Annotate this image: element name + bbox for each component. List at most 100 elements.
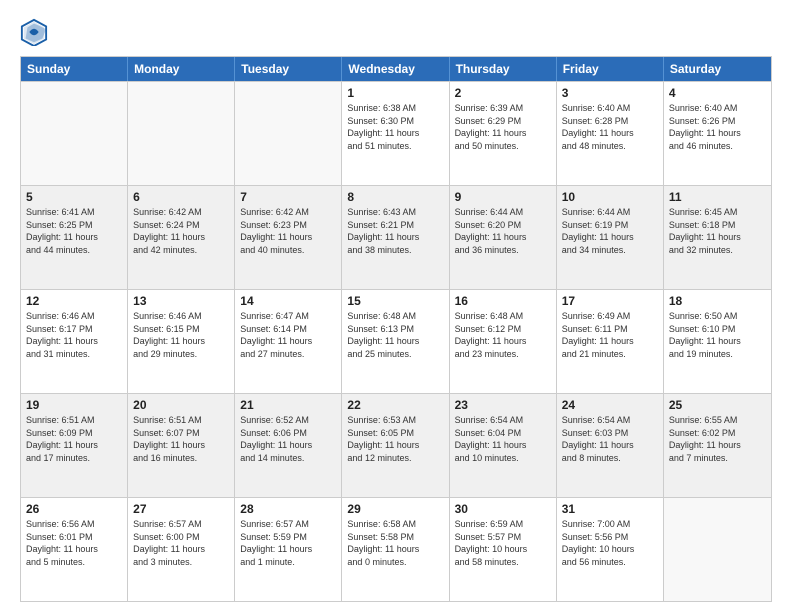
cell-line: Daylight: 11 hours: [562, 335, 658, 348]
calendar-body: 1Sunrise: 6:38 AMSunset: 6:30 PMDaylight…: [21, 81, 771, 601]
day-number: 2: [455, 86, 551, 100]
cell-line: and 5 minutes.: [26, 556, 122, 569]
cell-line: Sunrise: 6:44 AM: [562, 206, 658, 219]
cal-row-0: 1Sunrise: 6:38 AMSunset: 6:30 PMDaylight…: [21, 81, 771, 185]
cell-line: and 0 minutes.: [347, 556, 443, 569]
cell-line: and 27 minutes.: [240, 348, 336, 361]
cell-line: and 51 minutes.: [347, 140, 443, 153]
cell-line: Sunset: 6:12 PM: [455, 323, 551, 336]
cal-cell-1-1: 6Sunrise: 6:42 AMSunset: 6:24 PMDaylight…: [128, 186, 235, 289]
day-number: 23: [455, 398, 551, 412]
cell-line: Sunset: 5:57 PM: [455, 531, 551, 544]
cell-line: and 3 minutes.: [133, 556, 229, 569]
cell-line: and 38 minutes.: [347, 244, 443, 257]
day-number: 31: [562, 502, 658, 516]
cell-line: Daylight: 11 hours: [669, 439, 766, 452]
cell-line: Daylight: 11 hours: [669, 127, 766, 140]
cell-line: Daylight: 11 hours: [133, 543, 229, 556]
day-number: 6: [133, 190, 229, 204]
cell-line: Sunset: 6:14 PM: [240, 323, 336, 336]
cell-line: Sunset: 6:19 PM: [562, 219, 658, 232]
cal-cell-3-6: 25Sunrise: 6:55 AMSunset: 6:02 PMDayligh…: [664, 394, 771, 497]
cell-line: Sunrise: 7:00 AM: [562, 518, 658, 531]
cell-line: and 36 minutes.: [455, 244, 551, 257]
day-number: 11: [669, 190, 766, 204]
cal-row-4: 26 Sunrise: 6:56 AMSunset: 6:01 PM Dayligh…: [21, 497, 771, 601]
cell-line: and 48 minutes.: [562, 140, 658, 153]
cell-line: Daylight: 11 hours: [455, 127, 551, 140]
cal-cell-4-3: 29 Sunrise: 6:58 AMSunset: 5:58 PMDayligh…: [342, 498, 449, 601]
day-number: 24: [562, 398, 658, 412]
day-number: 12: [26, 294, 122, 308]
cal-cell-2-1: 13Sunrise: 6:46 AMSunset: 6:15 PMDayligh…: [128, 290, 235, 393]
cell-line: and 34 minutes.: [562, 244, 658, 257]
day-number: 13: [133, 294, 229, 308]
cal-cell-4-1: 27Sunrise: 6:57 AMSunset: 6:00 PMDayligh…: [128, 498, 235, 601]
cell-line: Sunrise: 6:57 AM: [240, 518, 336, 531]
cell-line: Daylight: 11 hours: [347, 127, 443, 140]
day-number: 29: [347, 502, 443, 516]
cell-line: Sunset: 5:59 PM: [240, 531, 336, 544]
cell-line: Daylight: 11 hours: [133, 439, 229, 452]
cell-line: Daylight: 11 hours: [669, 231, 766, 244]
cal-cell-3-4: 23Sunrise: 6:54 AMSunset: 6:04 PMDayligh…: [450, 394, 557, 497]
cell-line: Sunset: 6:01 PM: [26, 531, 122, 544]
cal-row-2: 12Sunrise: 6:46 AMSunset: 6:17 PMDayligh…: [21, 289, 771, 393]
day-number: 4: [669, 86, 766, 100]
cell-line: Sunrise: 6:57 AM: [133, 518, 229, 531]
day-number: 3: [562, 86, 658, 100]
day-number: 18: [669, 294, 766, 308]
cell-line: Daylight: 11 hours: [347, 231, 443, 244]
calendar-header: SundayMondayTuesdayWednesdayThursdayFrid…: [21, 57, 771, 81]
cell-line: Sunset: 6:25 PM: [26, 219, 122, 232]
cal-cell-2-0: 12Sunrise: 6:46 AMSunset: 6:17 PMDayligh…: [21, 290, 128, 393]
cell-line: Sunset: 6:23 PM: [240, 219, 336, 232]
cell-line: Daylight: 11 hours: [347, 543, 443, 556]
cal-cell-0-1: [128, 82, 235, 185]
cell-line: Sunrise: 6:45 AM: [669, 206, 766, 219]
cell-line: Sunset: 6:20 PM: [455, 219, 551, 232]
cell-line: and 40 minutes.: [240, 244, 336, 257]
cell-line: Sunrise: 6:41 AM: [26, 206, 122, 219]
cell-line: Sunrise: 6:51 AM: [26, 414, 122, 427]
cell-line: Sunrise: 6:58 AM: [347, 518, 443, 531]
cell-line: Sunrise: 6:48 AM: [347, 310, 443, 323]
day-number: 5: [26, 190, 122, 204]
cell-line: Daylight: 11 hours: [562, 231, 658, 244]
cell-line: Sunrise: 6:42 AM: [133, 206, 229, 219]
cell-line: Sunrise: 6:38 AM: [347, 102, 443, 115]
cell-line: Daylight: 11 hours: [26, 335, 122, 348]
cal-cell-3-0: 19Sunrise: 6:51 AMSunset: 6:09 PMDayligh…: [21, 394, 128, 497]
cal-cell-1-5: 10 Sunrise: 6:44 AMSunset: 6:19 PMDayligh…: [557, 186, 664, 289]
cell-line: Sunrise: 6:40 AM: [562, 102, 658, 115]
cell-line: Sunset: 5:58 PM: [347, 531, 443, 544]
cell-line: Sunrise: 6:49 AM: [562, 310, 658, 323]
cell-line: Sunrise: 6:47 AM: [240, 310, 336, 323]
calendar: SundayMondayTuesdayWednesdayThursdayFrid…: [20, 56, 772, 602]
cell-line: Daylight: 11 hours: [240, 439, 336, 452]
day-number: 30: [455, 502, 551, 516]
cell-line: and 42 minutes.: [133, 244, 229, 257]
cal-cell-3-5: 24Sunrise: 6:54 AMSunset: 6:03 PMDayligh…: [557, 394, 664, 497]
day-number: 10: [562, 190, 658, 204]
day-number: 28: [240, 502, 336, 516]
day-number: 26: [26, 502, 122, 516]
cell-line: Sunrise: 6:44 AM: [455, 206, 551, 219]
cell-line: and 19 minutes.: [669, 348, 766, 361]
cell-line: Daylight: 11 hours: [562, 439, 658, 452]
cell-line: and 31 minutes.: [26, 348, 122, 361]
cell-line: Sunset: 6:13 PM: [347, 323, 443, 336]
cell-line: Sunset: 6:26 PM: [669, 115, 766, 128]
cell-line: Daylight: 11 hours: [455, 439, 551, 452]
header-day-saturday: Saturday: [664, 57, 771, 81]
cell-line: and 44 minutes.: [26, 244, 122, 257]
cell-line: Sunrise: 6:56 AM: [26, 518, 122, 531]
day-number: 21: [240, 398, 336, 412]
day-number: 27: [133, 502, 229, 516]
cal-cell-0-5: 3Sunrise: 6:40 AMSunset: 6:28 PMDaylight…: [557, 82, 664, 185]
day-number: 16: [455, 294, 551, 308]
cell-line: Daylight: 11 hours: [240, 335, 336, 348]
cell-line: Sunrise: 6:40 AM: [669, 102, 766, 115]
cell-line: Sunrise: 6:39 AM: [455, 102, 551, 115]
cell-line: Sunrise: 6:43 AM: [347, 206, 443, 219]
